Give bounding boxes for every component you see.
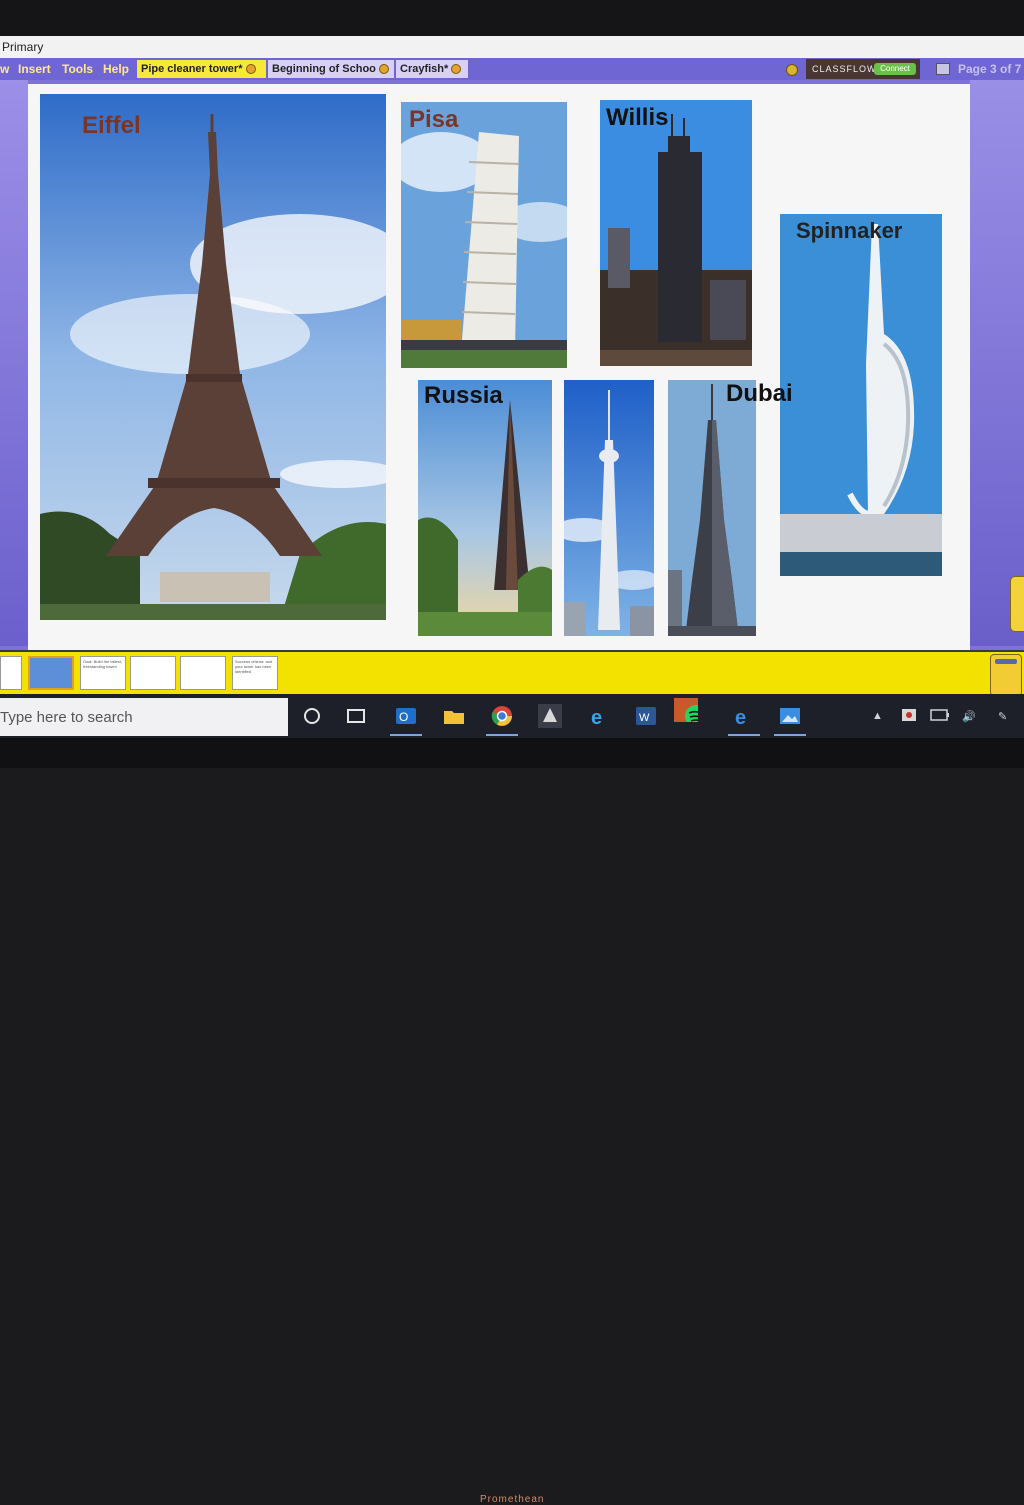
svg-text:W: W [639, 712, 650, 724]
eiffel-tower-photo[interactable]: Eiffel [40, 94, 386, 620]
eiffel-label: Eiffel [82, 112, 141, 139]
volume-icon[interactable]: 🔊 [962, 710, 976, 723]
trash-icon[interactable] [990, 654, 1022, 696]
menu-view[interactable]: w [0, 62, 9, 76]
canvas-left-margin [0, 80, 28, 646]
menu-tools[interactable]: Tools [62, 62, 93, 76]
classflow-connect-button[interactable]: Connect [874, 63, 916, 75]
search-box[interactable]: Type here to search [0, 698, 288, 736]
page-thumbnail[interactable] [130, 656, 176, 690]
canvas-right-margin [970, 80, 1024, 646]
chrome-icon[interactable] [490, 704, 514, 728]
dubai-label: Dubai [726, 380, 793, 407]
show-hidden-icons-icon[interactable]: ▲ [872, 710, 883, 722]
svg-text:O: O [399, 710, 408, 724]
eiffel-tower-image [40, 94, 386, 620]
menu-insert[interactable]: Insert [18, 62, 51, 76]
monitor-bezel-top [0, 0, 1024, 36]
resource-icon[interactable] [786, 64, 798, 76]
windows-taskbar: Type here to search O e W e ▲ 🔊 ✎ [0, 694, 1024, 738]
page-thumbnail[interactable]: Success criteria: and your tower has bee… [232, 656, 278, 690]
pisa-tower-photo[interactable]: Pisa [401, 102, 567, 368]
tool-drawer-handle[interactable] [1010, 576, 1024, 632]
tab-label: Pipe cleaner tower* [141, 63, 243, 75]
menu-help[interactable]: Help [103, 62, 129, 76]
cn-tower-photo[interactable] [564, 380, 654, 636]
battery-icon[interactable] [930, 708, 954, 732]
monitor-brand-logo: Promethean [480, 1494, 545, 1505]
svg-text:e: e [735, 707, 746, 728]
spinnaker-tower-photo[interactable]: Spinnaker [780, 214, 942, 576]
monitor-bezel-bottom: Promethean [0, 738, 1024, 1505]
page-thumbnail[interactable] [180, 656, 226, 690]
task-view-icon[interactable] [344, 704, 368, 728]
internet-explorer-icon[interactable]: e [588, 704, 612, 728]
edge-icon[interactable]: e [732, 704, 756, 728]
dubai-tower-photo[interactable] [668, 380, 756, 636]
tab-label: Crayfish* [400, 63, 449, 75]
russia-tower-image [418, 380, 552, 636]
menu-bar: w Insert Tools Help Pipe cleaner tower* … [0, 58, 1024, 80]
classflow-logo: CLASSFLOW [812, 64, 877, 74]
screen: Primary w Insert Tools Help Pipe cleaner… [0, 36, 1024, 738]
spotify-icon[interactable] [674, 698, 698, 722]
cortana-icon[interactable] [300, 704, 324, 728]
running-indicator [486, 734, 518, 736]
page-browser-tray: Goal: Build the tallest, freestanding to… [0, 650, 1024, 696]
close-tab-icon[interactable] [378, 64, 389, 75]
flipchart-app-icon[interactable] [538, 704, 562, 728]
page-thumbnail[interactable]: Goal: Build the tallest, freestanding to… [80, 656, 126, 690]
willis-tower-image [600, 100, 752, 366]
dropbox-icon[interactable] [900, 706, 924, 730]
search-placeholder: Type here to search [0, 709, 133, 726]
pisa-tower-image [401, 102, 567, 368]
running-indicator [728, 734, 760, 736]
close-tab-icon[interactable] [245, 64, 256, 75]
spinnaker-label: Spinnaker [796, 218, 903, 243]
flipchart-page[interactable]: Eiffel Pisa Willis Spinnaker Russia Duba… [28, 84, 970, 650]
pisa-label: Pisa [409, 106, 459, 133]
tab-label: Beginning of Schoo [272, 63, 376, 75]
outlook-icon[interactable]: O [394, 704, 418, 728]
running-indicator [774, 734, 806, 736]
page-thumbnail[interactable] [0, 656, 22, 690]
russia-label: Russia [424, 382, 503, 409]
tab-pipe-cleaner-tower[interactable]: Pipe cleaner tower* [137, 60, 266, 78]
classflow-panel: CLASSFLOW Connect [806, 59, 920, 79]
tab-beginning-of-school[interactable]: Beginning of Schoo [268, 60, 394, 78]
app-title: Primary [2, 40, 44, 54]
willis-label: Willis [606, 104, 669, 131]
svg-text:e: e [591, 707, 602, 728]
file-explorer-icon[interactable] [442, 704, 466, 728]
cn-tower-image [564, 380, 654, 636]
dubai-tower-image [668, 380, 756, 636]
page-thumbnail-selected[interactable] [28, 656, 74, 690]
pen-icon[interactable]: ✎ [998, 710, 1007, 723]
app-title-bar: Primary [0, 36, 1024, 58]
russia-tower-photo[interactable]: Russia [418, 380, 552, 636]
close-tab-icon[interactable] [451, 64, 462, 75]
page-counter: Page 3 of 7 [958, 62, 1022, 76]
willis-tower-photo[interactable]: Willis [600, 100, 752, 366]
page-icon[interactable] [936, 63, 950, 75]
word-icon[interactable]: W [634, 704, 658, 728]
tab-crayfish[interactable]: Crayfish* [396, 60, 468, 78]
photos-icon[interactable] [778, 704, 802, 728]
spinnaker-tower-image [780, 214, 942, 576]
running-indicator [390, 734, 422, 736]
